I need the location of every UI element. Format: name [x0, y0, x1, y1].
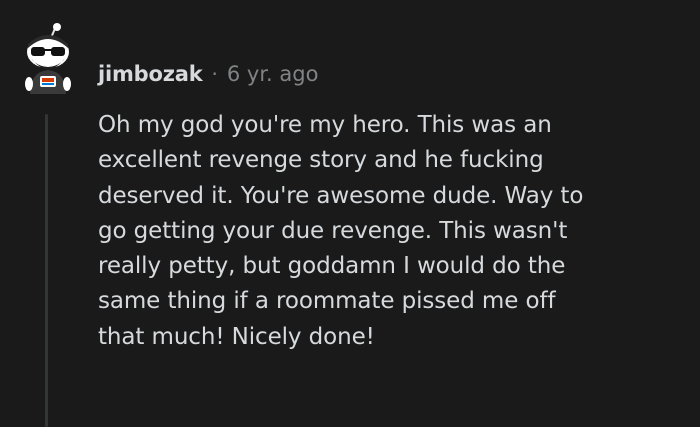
comment-timestamp[interactable]: 6 yr. ago [227, 62, 319, 86]
meta-separator: · [211, 62, 218, 86]
comment-header: jimbozak · 6 yr. ago [98, 58, 318, 90]
comment: jimbozak · 6 yr. ago Oh my god you're my… [0, 0, 700, 427]
snoo-avatar-icon [25, 23, 71, 94]
user-avatar[interactable] [18, 22, 78, 98]
comment-body: Oh my god you're my hero. This was an ex… [98, 112, 584, 350]
thread-collapse-line[interactable] [45, 114, 48, 427]
username-link[interactable]: jimbozak [98, 62, 203, 86]
